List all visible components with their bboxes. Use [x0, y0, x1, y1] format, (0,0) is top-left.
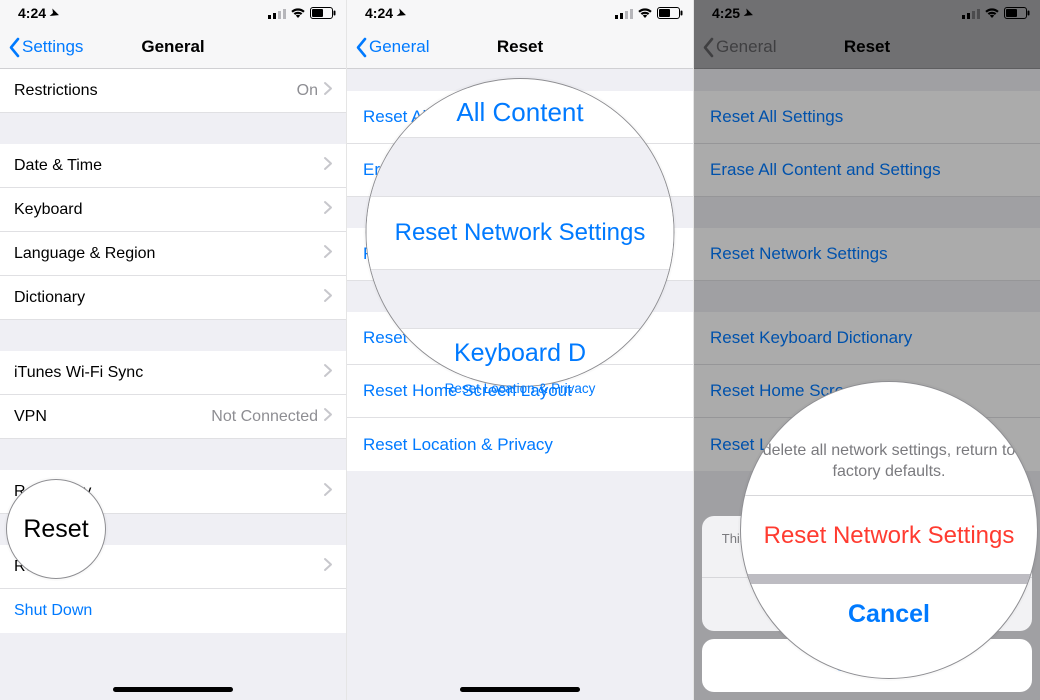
row-reset-location[interactable]: Reset Location & Privacy — [347, 418, 693, 471]
lens-small-line: Reset Location & Privacy — [347, 378, 693, 396]
chevron-right-icon — [324, 245, 332, 263]
screenshot-reset-list: 4:24 ➤ General Reset — [347, 0, 694, 700]
home-indicator[interactable] — [113, 687, 233, 692]
row-erase-all[interactable]: Erase All Content and Settings — [347, 144, 693, 197]
row-restrictions[interactable]: Restrictions On — [0, 69, 346, 113]
row-value: On — [297, 82, 318, 100]
row-vpn[interactable]: VPN Not Connected — [0, 395, 346, 439]
row-value: Not Connected — [211, 408, 318, 426]
back-button[interactable]: Settings — [8, 37, 83, 58]
screenshot-general: 4:24 ➤ Settings General — [0, 0, 347, 700]
sheet-action-reset-network[interactable]: Reset Network Settings — [702, 578, 1032, 631]
row-label: Reset Location & Privacy — [363, 435, 553, 455]
chevron-left-icon — [8, 37, 21, 58]
wifi-icon — [637, 8, 653, 19]
row-datetime[interactable]: Date & Time — [0, 144, 346, 188]
row-label: Keyboard — [14, 201, 324, 219]
row-label: Date & Time — [14, 157, 324, 175]
sheet-cancel-button[interactable]: Cancel — [702, 639, 1032, 692]
row-langregion[interactable]: Language & Region — [0, 232, 346, 276]
location-icon: ➤ — [48, 5, 61, 20]
chevron-left-icon — [355, 37, 368, 58]
chevron-right-icon — [324, 408, 332, 426]
back-button[interactable]: General — [355, 37, 429, 58]
nav-bar: Settings General — [0, 26, 346, 69]
row-label: iTunes Wi-Fi Sync — [14, 364, 324, 382]
status-bar: 4:24 ➤ — [347, 0, 693, 26]
cellular-icon — [268, 8, 286, 19]
row-itunes[interactable]: iTunes Wi-Fi Sync — [0, 351, 346, 395]
row-label: Regulatory — [14, 483, 324, 501]
status-time: 4:24 — [365, 5, 393, 21]
row-shutdown[interactable]: Shut Down — [0, 589, 346, 633]
chevron-right-icon — [324, 157, 332, 175]
status-time: 4:24 — [18, 5, 46, 21]
row-label: Erase All Content and Settings — [363, 160, 594, 180]
row-label: Language & Region — [14, 245, 324, 263]
battery-icon — [310, 7, 336, 19]
location-icon: ➤ — [395, 5, 408, 20]
row-reset-all[interactable]: Reset All Settings — [347, 91, 693, 144]
chevron-right-icon — [324, 289, 332, 307]
row-reset-network[interactable]: Reset Network Settings — [347, 228, 693, 281]
home-indicator[interactable] — [460, 687, 580, 692]
chevron-right-icon — [324, 82, 332, 100]
status-bar: 4:24 ➤ — [0, 0, 346, 26]
row-regulatory[interactable]: Regulatory — [0, 470, 346, 514]
row-label: Dictionary — [14, 289, 324, 307]
row-reset-keyboard[interactable]: Reset Keyboard Dictionary — [347, 312, 693, 365]
sheet-message: This will delete all network settings, r… — [702, 516, 1032, 578]
chevron-right-icon — [324, 483, 332, 501]
action-sheet: This will delete all network settings, r… — [702, 516, 1032, 692]
row-label: Reset — [14, 558, 324, 576]
back-label: General — [369, 37, 429, 57]
row-label: Reset Network Settings — [363, 244, 541, 264]
cellular-icon — [615, 8, 633, 19]
row-label: Shut Down — [14, 602, 332, 620]
row-dictionary[interactable]: Dictionary — [0, 276, 346, 320]
screenshot-confirm: 4:25 ➤ General Reset — [694, 0, 1040, 700]
chevron-right-icon — [324, 201, 332, 219]
row-label: Reset All Settings — [363, 107, 496, 127]
row-label: VPN — [14, 408, 211, 426]
row-keyboard[interactable]: Keyboard — [0, 188, 346, 232]
nav-bar: General Reset — [347, 26, 693, 69]
row-reset[interactable]: Reset — [0, 545, 346, 589]
row-label: Restrictions — [14, 82, 297, 100]
row-label: Reset Keyboard Dictionary — [363, 328, 565, 348]
settings-list: Restrictions On Date & Time Keyboard Lan… — [0, 69, 346, 700]
chevron-right-icon — [324, 364, 332, 382]
battery-icon — [657, 7, 683, 19]
wifi-icon — [290, 8, 306, 19]
chevron-right-icon — [324, 558, 332, 576]
back-label: Settings — [22, 37, 83, 57]
